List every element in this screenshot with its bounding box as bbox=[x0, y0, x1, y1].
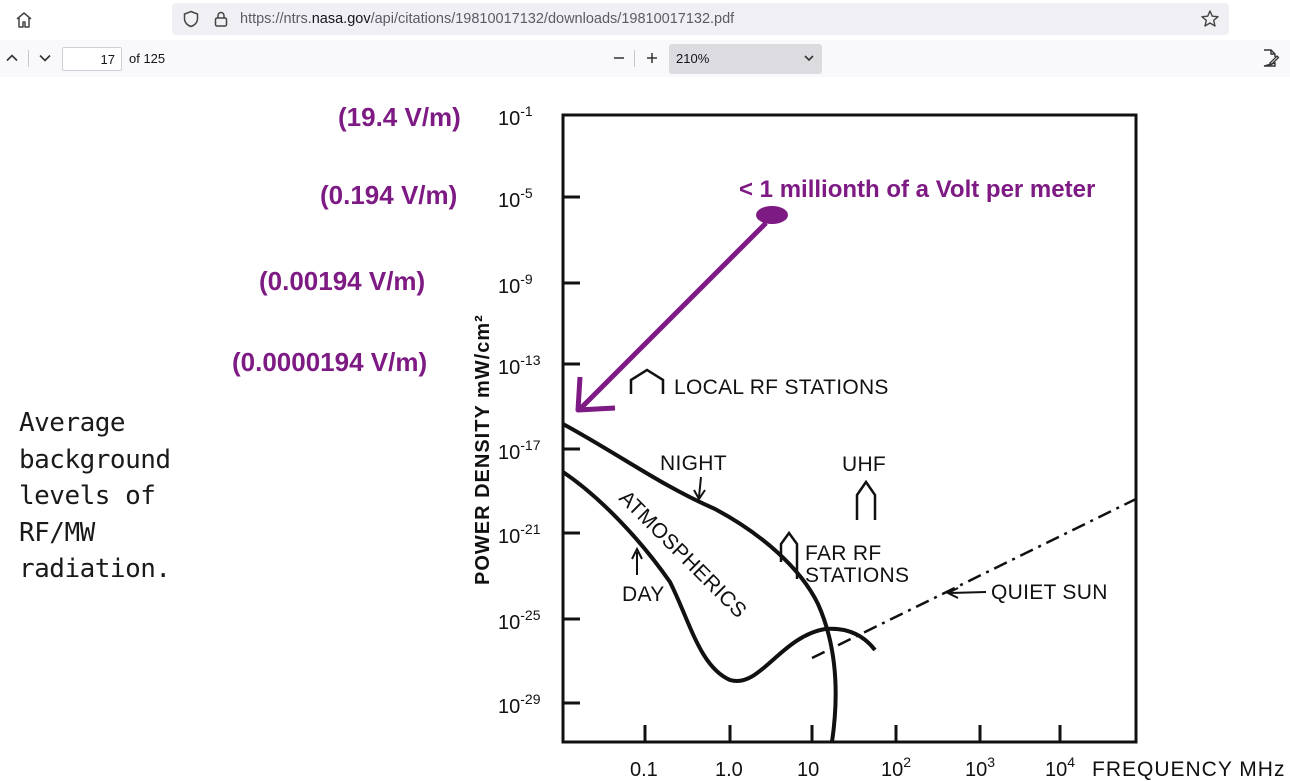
lock-icon[interactable] bbox=[212, 10, 230, 28]
night-pointer-arrow bbox=[693, 476, 706, 501]
uhf-label: UHF bbox=[842, 453, 886, 476]
url-path: /api/citations/19810017132/downloads/198… bbox=[370, 11, 735, 27]
address-bar[interactable]: https://ntrs.nasa.gov/api/citations/1981… bbox=[172, 3, 1229, 35]
x-axis-label: FREQUENCY MHz bbox=[1092, 758, 1285, 781]
y-tick-label: 10-17 bbox=[498, 437, 541, 464]
local-rf-station-symbol bbox=[629, 368, 665, 394]
zoom-value: 210% bbox=[676, 51, 710, 66]
url-text[interactable]: https://ntrs.nasa.gov/api/citations/1981… bbox=[240, 11, 734, 27]
x-tick-label: 1.0 bbox=[715, 759, 743, 781]
url-domain: nasa.gov bbox=[311, 11, 371, 27]
x-tick-label: 10 bbox=[797, 759, 819, 781]
far-stations-label: STATIONS bbox=[805, 564, 909, 587]
annotation-marker bbox=[756, 206, 788, 224]
x-tick-label: 104 bbox=[1045, 754, 1075, 781]
shield-icon[interactable] bbox=[182, 10, 200, 28]
quiet-sun-label: QUIET SUN bbox=[991, 581, 1108, 604]
day-label: DAY bbox=[622, 583, 665, 606]
page-count: of 125 bbox=[129, 51, 166, 66]
zoom-in-button[interactable] bbox=[640, 47, 664, 69]
pdf-page: Average background levels of RF/MW radia… bbox=[0, 77, 1290, 781]
y-axis-label: POWER DENSITY mW/cm² bbox=[472, 314, 494, 585]
x-tick-label: 102 bbox=[881, 754, 911, 781]
zoom-out-button[interactable] bbox=[607, 47, 631, 69]
uhf-symbol bbox=[855, 479, 877, 520]
far-rf-label: FAR RF bbox=[805, 542, 881, 565]
y-tick-label: 10-21 bbox=[498, 521, 541, 548]
chevron-down-icon bbox=[39, 54, 51, 62]
y-tick-label: 10-5 bbox=[498, 185, 533, 212]
chevron-down-icon bbox=[804, 55, 814, 62]
next-page-button[interactable] bbox=[33, 47, 57, 69]
plot-frame bbox=[561, 113, 1138, 744]
x-tick-label: 0.1 bbox=[630, 759, 658, 781]
y-tick-label: 10-29 bbox=[498, 691, 541, 718]
y-tick-label: 10-13 bbox=[498, 352, 541, 379]
x-axis-ticks: 0.1 1.0 10 102 103 104 bbox=[630, 725, 1075, 781]
url-prefix: https://ntrs. bbox=[240, 11, 312, 27]
browser-toolbar: https://ntrs.nasa.gov/api/citations/1981… bbox=[0, 0, 1290, 40]
night-label: NIGHT bbox=[660, 452, 727, 475]
y-tick-label: 10-9 bbox=[498, 271, 533, 298]
x-tick-label: 103 bbox=[965, 754, 995, 781]
edit-document-icon bbox=[1263, 49, 1280, 67]
y-tick-label: 10-1 bbox=[498, 103, 533, 130]
pdf-toolbar: 17 of 125 210% bbox=[0, 40, 1290, 78]
chevron-up-icon bbox=[6, 54, 18, 62]
power-density-chart: 10-1 10-5 10-9 10-13 10-17 10-21 10-25 10-29 0.… bbox=[472, 103, 1285, 781]
y-tick-label: 10-25 bbox=[498, 607, 541, 634]
minus-icon bbox=[614, 57, 624, 59]
annotation-text: < 1 millionth of a Volt per meter bbox=[739, 176, 1095, 203]
local-rf-stations-label: LOCAL RF STATIONS bbox=[674, 376, 889, 399]
toolbar-separator bbox=[634, 50, 635, 67]
day-pointer-arrow bbox=[631, 546, 643, 575]
toolbar-separator bbox=[28, 50, 29, 67]
quiet-sun-pointer-arrow bbox=[945, 587, 987, 599]
zoom-select[interactable]: 210% bbox=[669, 44, 822, 74]
plus-icon bbox=[647, 53, 657, 63]
home-button[interactable] bbox=[10, 8, 38, 32]
previous-page-button[interactable] bbox=[0, 47, 24, 69]
bookmark-star-icon[interactable] bbox=[1200, 9, 1220, 29]
page-number-input[interactable]: 17 bbox=[62, 47, 122, 71]
edit-pdf-button[interactable] bbox=[1258, 47, 1282, 69]
home-icon bbox=[16, 12, 32, 28]
y-axis-ticks: 10-1 10-5 10-9 10-13 10-17 10-21 10-25 10-29 bbox=[498, 103, 580, 718]
